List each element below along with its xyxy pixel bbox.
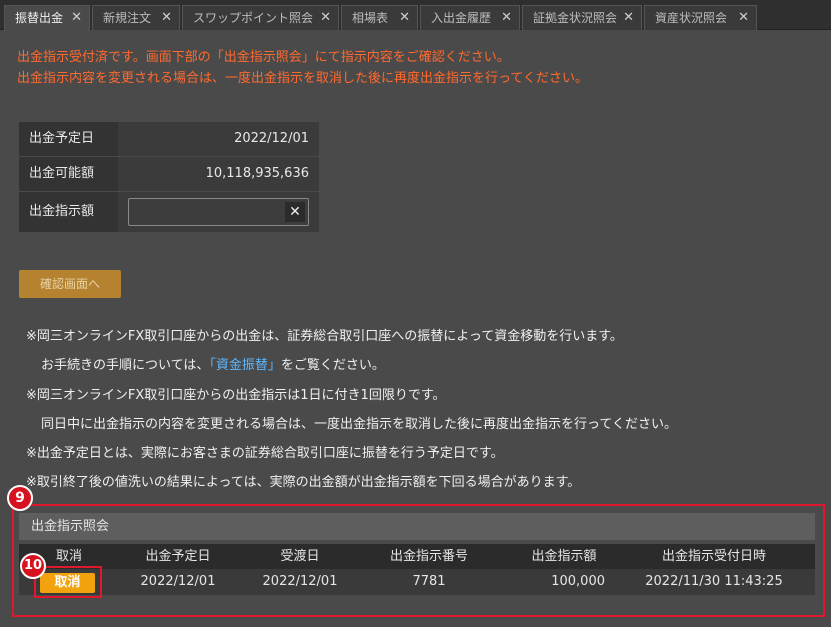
cell-amount: 100,000	[551, 574, 605, 589]
cell-scheduled-date: 2022/12/01	[140, 574, 216, 589]
note-5: ※出金予定日とは、実際にお客さまの証券総合取引口座に振替を行う予定日です。	[26, 446, 504, 461]
cell-delivery-date: 2022/12/01	[262, 574, 338, 589]
close-icon[interactable]: ✕	[320, 6, 331, 30]
note-6: ※取引終了後の値洗いの結果によっては、実際の出金額が出金指示額を下回る場合があり…	[26, 475, 581, 490]
close-icon[interactable]: ✕	[501, 6, 512, 30]
note-4: 同日中に出金指示の内容を変更される場合は、一度出金指示を取消した後に再度出金指示…	[41, 417, 677, 432]
tab-label: 資産状況照会	[655, 11, 728, 25]
step-badge-9: 9	[7, 485, 33, 511]
close-icon[interactable]: ✕	[71, 6, 82, 30]
confirm-button[interactable]: 確認画面へ	[19, 270, 121, 298]
tab-swap-point[interactable]: スワップポイント照会 ✕	[182, 5, 339, 30]
note-3: ※岡三オンラインFX取引口座からの出金指示は1日に付き1回限りです。	[26, 388, 446, 403]
scheduled-date-value: 2022/12/01	[234, 131, 309, 146]
tab-label: 入出金履歴	[431, 11, 492, 25]
amount-input[interactable]: ✕	[128, 198, 309, 226]
tab-label: 新規注文	[103, 11, 152, 25]
col-scheduled-date: 出金予定日	[145, 549, 211, 564]
close-icon[interactable]: ✕	[623, 6, 634, 30]
cell-number: 7781	[412, 574, 446, 589]
available-amount-value: 10,118,935,636	[205, 166, 309, 181]
tab-bar: 振替出金 ✕ 新規注文 ✕ スワップポイント照会 ✕ 相場表 ✕ 入出金履歴 ✕…	[0, 0, 831, 31]
scheduled-date-label: 出金予定日	[19, 122, 118, 156]
close-icon[interactable]: ✕	[161, 6, 172, 30]
available-amount-label: 出金可能額	[19, 157, 118, 191]
note-2-text-end: をご覧ください。	[280, 358, 385, 373]
amount-label: 出金指示額	[19, 192, 118, 232]
col-amount: 出金指示額	[531, 549, 597, 564]
note-2-text: お手続きの手順については、	[41, 358, 210, 373]
col-delivery-date: 受渡日	[280, 549, 320, 564]
tab-label: 証拠金状況照会	[533, 11, 618, 25]
col-number: 出金指示番号	[389, 549, 468, 564]
scheduled-date-row: 出金予定日 2022/12/01	[19, 122, 319, 156]
col-received-at: 出金指示受付日時	[661, 549, 766, 564]
note-2: お手続きの手順については、「資金振替」をご覧ください。	[41, 354, 385, 373]
tab-label: スワップポイント照会	[193, 11, 314, 25]
tab-quotes[interactable]: 相場表 ✕	[341, 5, 418, 30]
tab-label: 振替出金	[15, 11, 64, 25]
cell-received-at: 2022/11/30 11:43:25	[645, 574, 783, 589]
notice-line-2: 出金指示内容を変更される場合は、一度出金指示を取消した後に再度出金指示を行ってく…	[17, 71, 588, 86]
clear-icon[interactable]: ✕	[285, 202, 305, 222]
tab-deposit-history[interactable]: 入出金履歴 ✕	[420, 5, 520, 30]
table-row: 2022/12/01 2022/12/01 7781 100,000 2022/…	[19, 569, 815, 595]
tab-new-order[interactable]: 新規注文 ✕	[92, 5, 180, 30]
step-badge-10: 10	[20, 553, 46, 579]
note-1: ※岡三オンラインFX取引口座からの出金は、証券総合取引口座への振替によって資金移…	[26, 329, 623, 344]
inquiry-table-header: 取消 出金予定日 受渡日 出金指示番号 出金指示額 出金指示受付日時	[19, 544, 815, 569]
inquiry-title: 出金指示照会	[19, 513, 815, 540]
tab-asset-status[interactable]: 資産状況照会 ✕	[644, 5, 757, 30]
tab-transfer-withdraw[interactable]: 振替出金 ✕	[4, 5, 90, 31]
available-amount-row: 出金可能額 10,118,935,636	[19, 157, 319, 191]
cancel-button[interactable]: 取消	[40, 573, 95, 593]
close-icon[interactable]: ✕	[399, 6, 410, 30]
fund-transfer-link[interactable]: 「資金振替」	[209, 358, 281, 373]
tab-margin-status[interactable]: 証拠金状況照会 ✕	[522, 5, 642, 30]
close-icon[interactable]: ✕	[738, 6, 749, 30]
tab-label: 相場表	[352, 11, 389, 25]
notice-line-1: 出金指示受付済です。画面下部の「出金指示照会」にて指示内容をご確認ください。	[17, 50, 510, 65]
